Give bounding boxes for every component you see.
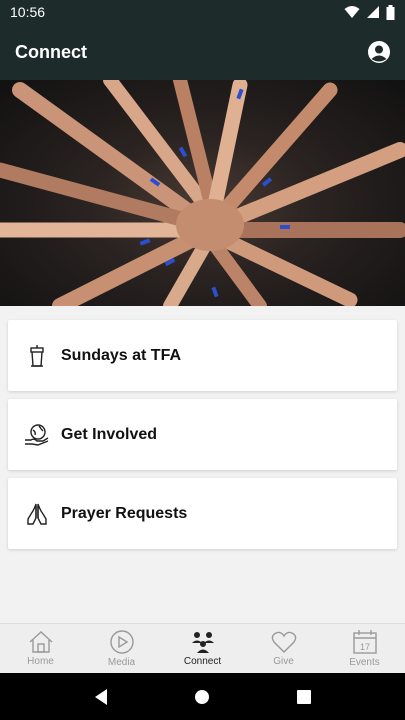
battery-icon (386, 4, 395, 20)
hero-image (0, 80, 405, 306)
bottom-navigation: Home Media Connect Give 17 Events (0, 623, 405, 673)
podium-icon (24, 343, 50, 369)
status-bar: 10:56 (0, 0, 405, 24)
hand-globe-icon (24, 422, 50, 448)
nav-home[interactable]: Home (0, 624, 81, 673)
nav-label: Events (349, 657, 380, 668)
nav-events[interactable]: 17 Events (324, 624, 405, 673)
connect-cards: Sundays at TFA Get Involved Prayer Reque… (8, 320, 397, 557)
nav-label: Home (27, 656, 54, 667)
calendar-day-number: 17 (359, 642, 369, 652)
home-icon (29, 631, 52, 653)
card-sundays-at-tfa[interactable]: Sundays at TFA (8, 320, 397, 391)
nav-connect[interactable]: Connect (162, 624, 243, 673)
card-get-involved[interactable]: Get Involved (8, 399, 397, 470)
status-time: 10:56 (10, 4, 46, 20)
app-bar: Connect (0, 24, 405, 80)
card-label: Sundays at TFA (61, 346, 182, 364)
recents-icon[interactable] (296, 689, 312, 705)
nav-label: Connect (183, 656, 222, 667)
profile-button[interactable] (365, 38, 393, 66)
card-label: Get Involved (61, 425, 158, 443)
heart-icon (271, 631, 296, 653)
page-title: Connect (15, 41, 87, 62)
wifi-icon (344, 6, 360, 18)
people-icon (191, 632, 214, 653)
back-icon[interactable] (93, 688, 109, 706)
system-navigation-bar (0, 673, 405, 720)
home-button-icon[interactable] (194, 689, 210, 705)
praying-hands-icon (24, 501, 50, 527)
nav-label: Media (107, 657, 136, 668)
status-icons (344, 4, 395, 20)
profile-icon (368, 41, 390, 63)
card-prayer-requests[interactable]: Prayer Requests (8, 478, 397, 549)
calendar-icon: 17 (352, 630, 377, 654)
hands-together-photo (0, 80, 405, 306)
cellular-signal-icon (367, 6, 379, 18)
play-circle-icon (109, 630, 134, 654)
nav-give[interactable]: Give (243, 624, 324, 673)
nav-label: Give (273, 656, 294, 667)
nav-media[interactable]: Media (81, 624, 162, 673)
card-label: Prayer Requests (61, 504, 188, 522)
